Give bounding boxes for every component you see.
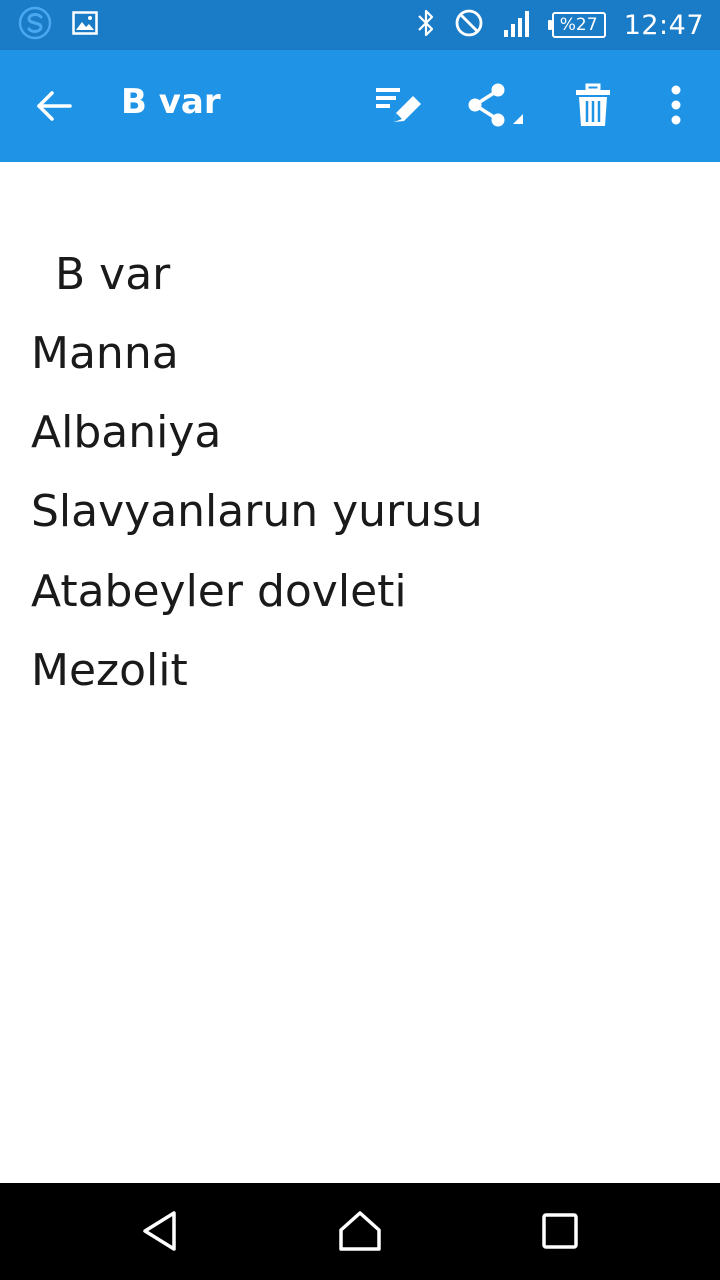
sync-app-icon — [18, 6, 52, 44]
share-button[interactable] — [464, 78, 524, 136]
note-line: Mezolit — [31, 645, 188, 696]
edit-button[interactable] — [368, 78, 428, 136]
note-line: Slavyanlarun yurusu — [31, 486, 483, 537]
delete-button[interactable] — [563, 78, 623, 136]
nav-recents-button[interactable] — [530, 1207, 590, 1259]
bluetooth-icon — [416, 8, 436, 42]
recents-icon — [541, 1212, 579, 1254]
share-icon — [463, 80, 525, 134]
home-icon — [338, 1210, 382, 1256]
nav-home-button[interactable] — [330, 1207, 390, 1259]
back-triangle-icon — [140, 1210, 180, 1256]
edit-note-icon — [372, 82, 424, 132]
trash-icon — [574, 82, 612, 132]
note-line: Manna — [31, 328, 179, 379]
status-notifications — [18, 6, 98, 44]
page-title: B var — [121, 82, 221, 122]
back-button[interactable] — [30, 84, 78, 132]
navigation-bar — [0, 1183, 720, 1280]
clock: 12:47 — [623, 9, 704, 41]
battery-level: %27 — [559, 15, 598, 35]
do-not-disturb-icon — [454, 8, 484, 42]
back-arrow-icon — [35, 90, 73, 126]
nav-back-button[interactable] — [130, 1207, 190, 1259]
app-bar: B var — [0, 50, 720, 162]
note-line: Albaniya — [31, 407, 222, 458]
battery-icon: %27 — [547, 12, 606, 38]
note-line: Atabeyler dovleti — [31, 566, 407, 617]
image-notification-icon — [72, 11, 98, 39]
status-bar: %27 12:47 — [0, 0, 720, 50]
note-line: B var — [55, 249, 171, 300]
status-system-icons: %27 12:47 — [398, 8, 704, 42]
more-vert-icon — [670, 85, 682, 129]
note-body[interactable]: B var Manna Albaniya Slavyanlarun yurusu… — [0, 162, 720, 1183]
more-options-button[interactable] — [646, 78, 706, 136]
signal-icon — [502, 8, 534, 42]
